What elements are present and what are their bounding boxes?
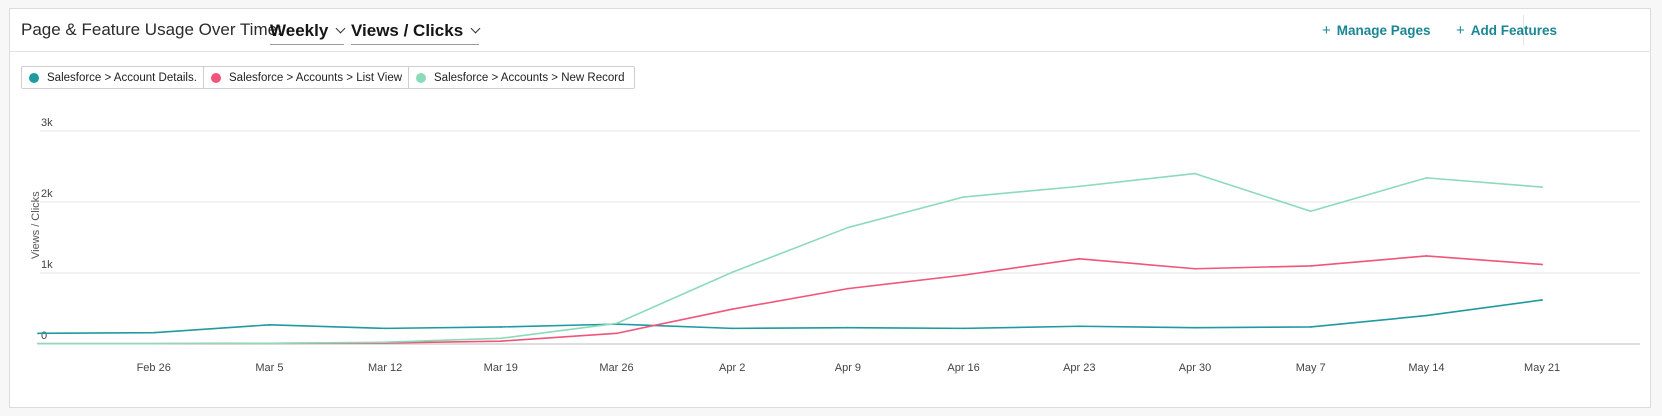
data-point: [384, 341, 386, 344]
data-point: [1078, 257, 1081, 260]
x-tick-label: Apr 30: [1179, 362, 1211, 374]
data-point: [1078, 325, 1081, 328]
x-tick-label: May 7: [1296, 362, 1326, 374]
data-point: [37, 332, 39, 335]
y-tick-label: 3k: [41, 117, 53, 129]
data-point: [499, 340, 502, 343]
y-tick-label: 0: [41, 330, 47, 342]
data-point: [268, 342, 271, 345]
x-tick-label: Mar 5: [255, 362, 283, 374]
line-chart: 0 1k 2k 3k Feb 26 Mar 5 Mar 12 Mar 19 Mar 26 Apr …: [37, 117, 1640, 374]
data-point: [1541, 186, 1543, 188]
x-tick-label: Feb 26: [137, 362, 171, 374]
data-point: [499, 337, 502, 340]
data-point: [615, 322, 618, 325]
x-tick-label: Mar 26: [599, 362, 633, 374]
x-tick-label: Apr 16: [947, 362, 979, 374]
data-point: [962, 274, 965, 277]
data-point: [847, 326, 849, 329]
data-point: [615, 332, 618, 335]
data-point: [1194, 326, 1196, 329]
data-point: [384, 327, 386, 330]
x-tick-label: Apr 2: [719, 362, 745, 374]
x-tick-label: May 21: [1524, 362, 1560, 374]
data-point: [1425, 314, 1428, 317]
y-tick-label: 1k: [41, 259, 53, 271]
data-point: [37, 342, 39, 345]
data-point: [1309, 326, 1312, 328]
data-point: [152, 342, 155, 345]
x-tick-label: May 14: [1408, 362, 1444, 374]
y-tick-label: 2k: [41, 188, 53, 200]
data-point: [731, 271, 734, 274]
data-point: [962, 327, 965, 330]
data-point: [152, 331, 155, 334]
data-point: [1194, 172, 1196, 175]
data-point: [1078, 185, 1081, 188]
data-point: [847, 226, 849, 229]
x-tick-label: Mar 19: [484, 362, 518, 374]
x-tick-label: Mar 12: [368, 362, 402, 374]
usage-card: Page & Feature Usage Over Time: Weekly V…: [9, 8, 1651, 408]
data-point: [1309, 210, 1312, 213]
data-point: [1309, 265, 1312, 267]
x-tick-label: Apr 23: [1063, 362, 1095, 374]
data-point: [1541, 299, 1543, 301]
data-point: [1425, 176, 1428, 179]
series-line-0: [37, 299, 1543, 335]
series-line-1: [38, 255, 1543, 345]
data-point: [847, 287, 849, 290]
data-point: [1425, 255, 1428, 257]
data-point: [1541, 263, 1543, 266]
data-point: [731, 308, 734, 311]
data-point: [962, 196, 965, 198]
series-line-2: [38, 172, 1543, 345]
data-point: [499, 326, 502, 328]
x-tick-label: Apr 9: [835, 362, 861, 374]
data-point: [731, 327, 734, 330]
data-point: [268, 323, 271, 326]
data-point: [1194, 267, 1196, 270]
